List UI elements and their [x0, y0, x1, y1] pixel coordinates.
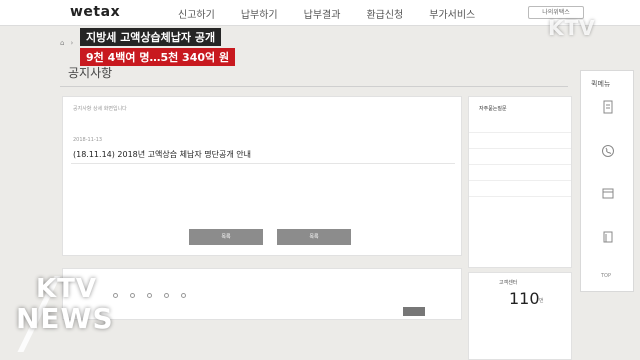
wetax-logo[interactable]: wetax	[70, 4, 120, 20]
faq-item[interactable]	[469, 180, 571, 196]
post-body-line	[73, 169, 75, 177]
post-divider	[71, 163, 455, 164]
customer-center-heading: 고객센터	[499, 280, 518, 286]
page-title: 공지사항	[68, 66, 113, 80]
caption-line-1: 지방세 고액상습체납자 공개	[80, 28, 222, 46]
book-icon	[603, 231, 613, 243]
quick-menu: 퀵메뉴 TOP	[580, 70, 634, 292]
faq-panel: 자주묻는질문	[468, 96, 572, 268]
faq-item[interactable]	[469, 117, 571, 132]
radio-icon	[164, 293, 169, 298]
post-body	[73, 169, 75, 177]
prev-list-button[interactable]: 목록	[189, 229, 263, 245]
ktv-news-logo: KTV NEWS	[10, 274, 122, 352]
customer-center-number: 110	[509, 289, 540, 308]
top-navigation-bar: wetax 신고하기 납부하기 납부결과 환급신청 부가서비스 나의위택스	[0, 0, 640, 26]
nav-item-pay[interactable]: 납부하기	[241, 6, 278, 21]
faq-item[interactable]	[469, 164, 571, 180]
radio-icon	[147, 293, 152, 298]
notice-header-text: 공지사항 상세 화면입니다	[73, 106, 127, 112]
nav-item-pay-result[interactable]: 납부결과	[304, 6, 341, 21]
quick-menu-item[interactable]	[585, 185, 631, 204]
home-icon[interactable]: ⌂	[60, 39, 64, 47]
quick-menu-title: 퀵메뉴	[591, 80, 611, 88]
phone-icon	[602, 145, 614, 157]
faq-list	[469, 117, 571, 212]
ktv-news-logo-bottom: NEWS	[16, 302, 114, 335]
rating-option[interactable]	[164, 293, 171, 299]
nav-item-refund[interactable]: 환급신청	[366, 6, 403, 21]
customer-center-unit: 번	[539, 298, 544, 304]
post-panel: 공지사항 상세 화면입니다 2018-11-13 (18.11.14) 2018…	[62, 96, 462, 256]
radio-icon	[181, 293, 186, 298]
nav-item-extra-services[interactable]: 부가서비스	[429, 6, 475, 21]
ktv-channel-logo: KTV	[548, 16, 596, 40]
faq-item[interactable]	[469, 196, 571, 212]
faq-item[interactable]	[469, 148, 571, 164]
quick-menu-item[interactable]	[585, 99, 631, 118]
quick-menu-item[interactable]	[585, 229, 631, 248]
rating-option[interactable]	[181, 293, 188, 299]
title-divider	[60, 86, 568, 87]
satisfaction-panel	[62, 268, 462, 320]
rating-option[interactable]	[147, 293, 154, 299]
post-title: (18.11.14) 2018년 고액상습 체납자 명단공개 안내	[73, 150, 251, 159]
customer-center-panel: 고객센터 110 번	[468, 272, 572, 360]
main-nav: 신고하기 납부하기 납부결과 환급신청 부가서비스	[178, 6, 475, 21]
document-icon	[603, 100, 613, 114]
post-button-group: 목록 목록	[189, 229, 351, 245]
rating-option[interactable]	[130, 293, 137, 299]
radio-icon	[130, 293, 135, 298]
satisfaction-options	[113, 293, 188, 299]
nav-item-file[interactable]: 신고하기	[178, 6, 215, 21]
broadcast-caption: 지방세 고액상습체납자 공개 9천 4백여 명…5천 340억 원	[80, 26, 236, 66]
faq-heading: 자주묻는질문	[479, 106, 507, 112]
breadcrumb: ⌂ ›	[60, 36, 73, 50]
scroll-top-button[interactable]: TOP	[601, 273, 611, 279]
chevron-right-icon: ›	[70, 39, 74, 47]
list-button[interactable]: 목록	[277, 229, 351, 245]
quick-menu-item[interactable]	[585, 143, 631, 162]
faq-item[interactable]	[469, 132, 571, 148]
rating-submit-button[interactable]	[403, 307, 425, 316]
post-date: 2018-11-13	[73, 137, 103, 143]
ktv-news-logo-top: KTV	[36, 274, 98, 304]
calendar-icon	[602, 188, 614, 199]
